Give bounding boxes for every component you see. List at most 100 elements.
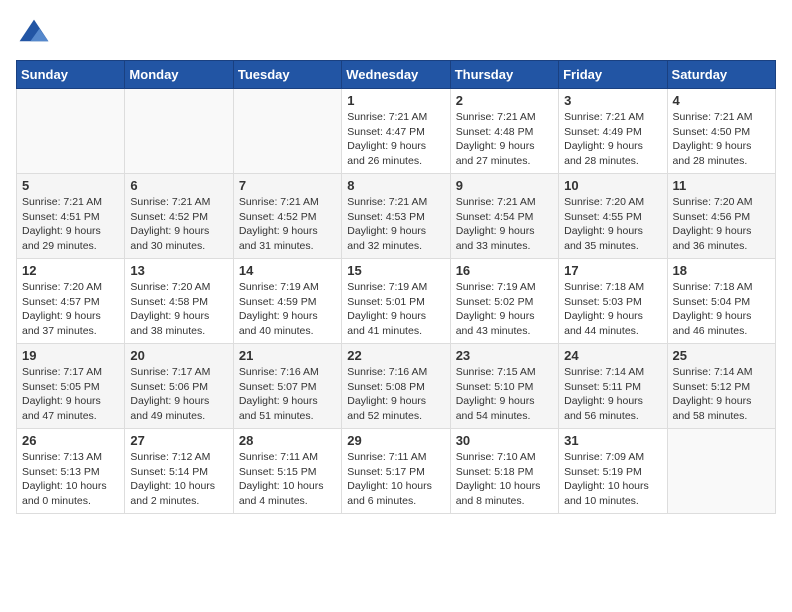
calendar-day-4: 4 Sunrise: 7:21 AMSunset: 4:50 PMDaylight… xyxy=(667,89,775,174)
calendar-day-20: 20 Sunrise: 7:17 AMSunset: 5:06 PMDayligh… xyxy=(125,344,233,429)
weekday-header-monday: Monday xyxy=(125,61,233,89)
calendar-day-17: 17 Sunrise: 7:18 AMSunset: 5:03 PMDayligh… xyxy=(559,259,667,344)
calendar-day-21: 21 Sunrise: 7:16 AMSunset: 5:07 PMDayligh… xyxy=(233,344,341,429)
weekday-header-wednesday: Wednesday xyxy=(342,61,450,89)
day-number: 20 xyxy=(130,348,227,363)
weekday-header-tuesday: Tuesday xyxy=(233,61,341,89)
calendar-day-24: 24 Sunrise: 7:14 AMSunset: 5:11 PMDayligh… xyxy=(559,344,667,429)
logo xyxy=(16,16,56,52)
calendar-day-14: 14 Sunrise: 7:19 AMSunset: 4:59 PMDayligh… xyxy=(233,259,341,344)
calendar-header: SundayMondayTuesdayWednesdayThursdayFrid… xyxy=(17,61,776,89)
day-number: 25 xyxy=(673,348,770,363)
day-info: Sunrise: 7:16 AMSunset: 5:08 PMDaylight:… xyxy=(347,365,444,424)
day-number: 9 xyxy=(456,178,553,193)
day-number: 24 xyxy=(564,348,661,363)
calendar-week-row: 19Sunrise: 7:17 AMSunset: 5:05 PMDayligh… xyxy=(17,344,776,429)
day-info: Sunrise: 7:15 AMSunset: 5:10 PMDaylight:… xyxy=(456,365,553,424)
day-info: Sunrise: 7:21 AMSunset: 4:52 PMDaylight:… xyxy=(239,195,336,254)
day-number: 4 xyxy=(673,93,770,108)
day-number: 23 xyxy=(456,348,553,363)
day-info: Sunrise: 7:12 AMSunset: 5:14 PMDaylight:… xyxy=(130,450,227,509)
day-info: Sunrise: 7:18 AMSunset: 5:04 PMDaylight:… xyxy=(673,280,770,339)
day-info: Sunrise: 7:21 AMSunset: 4:47 PMDaylight:… xyxy=(347,110,444,169)
calendar-day-16: 16 Sunrise: 7:19 AMSunset: 5:02 PMDayligh… xyxy=(450,259,558,344)
day-info: Sunrise: 7:21 AMSunset: 4:54 PMDaylight:… xyxy=(456,195,553,254)
calendar-day-3: 3Sunrise: 7:21 AMSunset: 4:49 PMDaylight… xyxy=(559,89,667,174)
calendar-day-11: 11Sunrise: 7:20 AMSunset: 4:56 PMDayligh… xyxy=(667,174,775,259)
day-info: Sunrise: 7:18 AMSunset: 5:03 PMDaylight:… xyxy=(564,280,661,339)
day-number: 16 xyxy=(456,263,553,278)
calendar-day-28: 28 Sunrise: 7:11 AMSunset: 5:15 PMDayligh… xyxy=(233,429,341,514)
day-number: 30 xyxy=(456,433,553,448)
day-info: Sunrise: 7:19 AMSunset: 5:01 PMDaylight:… xyxy=(347,280,444,339)
day-number: 15 xyxy=(347,263,444,278)
weekday-header-thursday: Thursday xyxy=(450,61,558,89)
day-number: 8 xyxy=(347,178,444,193)
day-info: Sunrise: 7:20 AMSunset: 4:57 PMDaylight:… xyxy=(22,280,119,339)
calendar-week-row: 12 Sunrise: 7:20 AMSunset: 4:57 PMDayligh… xyxy=(17,259,776,344)
day-number: 26 xyxy=(22,433,119,448)
day-info: Sunrise: 7:16 AMSunset: 5:07 PMDaylight:… xyxy=(239,365,336,424)
day-number: 5 xyxy=(22,178,119,193)
calendar-day-23: 23 Sunrise: 7:15 AMSunset: 5:10 PMDayligh… xyxy=(450,344,558,429)
day-number: 19 xyxy=(22,348,119,363)
calendar-day-7: 7 Sunrise: 7:21 AMSunset: 4:52 PMDaylight… xyxy=(233,174,341,259)
day-info: Sunrise: 7:21 AMSunset: 4:48 PMDaylight:… xyxy=(456,110,553,169)
day-number: 22 xyxy=(347,348,444,363)
day-number: 21 xyxy=(239,348,336,363)
calendar-table: SundayMondayTuesdayWednesdayThursdayFrid… xyxy=(16,60,776,514)
calendar-empty-cell xyxy=(17,89,125,174)
day-number: 18 xyxy=(673,263,770,278)
day-number: 28 xyxy=(239,433,336,448)
calendar-day-18: 18 Sunrise: 7:18 AMSunset: 5:04 PMDayligh… xyxy=(667,259,775,344)
weekday-header-friday: Friday xyxy=(559,61,667,89)
calendar-week-row: 5 Sunrise: 7:21 AMSunset: 4:51 PMDaylight… xyxy=(17,174,776,259)
calendar-day-29: 29 Sunrise: 7:11 AMSunset: 5:17 PMDayligh… xyxy=(342,429,450,514)
day-info: Sunrise: 7:21 AMSunset: 4:53 PMDaylight:… xyxy=(347,195,444,254)
calendar-day-12: 12 Sunrise: 7:20 AMSunset: 4:57 PMDayligh… xyxy=(17,259,125,344)
day-info: Sunrise: 7:17 AMSunset: 5:06 PMDaylight:… xyxy=(130,365,227,424)
day-info: Sunrise: 7:10 AMSunset: 5:18 PMDaylight:… xyxy=(456,450,553,509)
calendar-day-26: 26Sunrise: 7:13 AMSunset: 5:13 PMDayligh… xyxy=(17,429,125,514)
calendar-day-10: 10 Sunrise: 7:20 AMSunset: 4:55 PMDayligh… xyxy=(559,174,667,259)
calendar-empty-cell xyxy=(667,429,775,514)
weekday-header-row: SundayMondayTuesdayWednesdayThursdayFrid… xyxy=(17,61,776,89)
day-info: Sunrise: 7:19 AMSunset: 5:02 PMDaylight:… xyxy=(456,280,553,339)
calendar-day-25: 25Sunrise: 7:14 AMSunset: 5:12 PMDayligh… xyxy=(667,344,775,429)
day-number: 7 xyxy=(239,178,336,193)
day-info: Sunrise: 7:21 AMSunset: 4:51 PMDaylight:… xyxy=(22,195,119,254)
calendar-day-27: 27 Sunrise: 7:12 AMSunset: 5:14 PMDayligh… xyxy=(125,429,233,514)
calendar-day-1: 1 Sunrise: 7:21 AMSunset: 4:47 PMDaylight… xyxy=(342,89,450,174)
day-info: Sunrise: 7:21 AMSunset: 4:52 PMDaylight:… xyxy=(130,195,227,254)
calendar-day-13: 13Sunrise: 7:20 AMSunset: 4:58 PMDayligh… xyxy=(125,259,233,344)
day-number: 17 xyxy=(564,263,661,278)
day-number: 12 xyxy=(22,263,119,278)
day-info: Sunrise: 7:20 AMSunset: 4:58 PMDaylight:… xyxy=(130,280,227,339)
day-number: 31 xyxy=(564,433,661,448)
calendar-day-5: 5 Sunrise: 7:21 AMSunset: 4:51 PMDaylight… xyxy=(17,174,125,259)
calendar-empty-cell xyxy=(233,89,341,174)
day-number: 1 xyxy=(347,93,444,108)
day-number: 29 xyxy=(347,433,444,448)
day-info: Sunrise: 7:11 AMSunset: 5:17 PMDaylight:… xyxy=(347,450,444,509)
day-info: Sunrise: 7:14 AMSunset: 5:11 PMDaylight:… xyxy=(564,365,661,424)
weekday-header-saturday: Saturday xyxy=(667,61,775,89)
day-number: 10 xyxy=(564,178,661,193)
calendar-day-15: 15 Sunrise: 7:19 AMSunset: 5:01 PMDayligh… xyxy=(342,259,450,344)
day-number: 27 xyxy=(130,433,227,448)
calendar-day-2: 2 Sunrise: 7:21 AMSunset: 4:48 PMDaylight… xyxy=(450,89,558,174)
calendar-week-row: 1 Sunrise: 7:21 AMSunset: 4:47 PMDaylight… xyxy=(17,89,776,174)
calendar-day-6: 6Sunrise: 7:21 AMSunset: 4:52 PMDaylight… xyxy=(125,174,233,259)
calendar-day-31: 31Sunrise: 7:09 AMSunset: 5:19 PMDayligh… xyxy=(559,429,667,514)
day-info: Sunrise: 7:21 AMSunset: 4:50 PMDaylight:… xyxy=(673,110,770,169)
page-header xyxy=(16,16,776,52)
calendar-body: 1 Sunrise: 7:21 AMSunset: 4:47 PMDaylight… xyxy=(17,89,776,514)
day-info: Sunrise: 7:20 AMSunset: 4:56 PMDaylight:… xyxy=(673,195,770,254)
day-number: 2 xyxy=(456,93,553,108)
day-number: 14 xyxy=(239,263,336,278)
day-info: Sunrise: 7:11 AMSunset: 5:15 PMDaylight:… xyxy=(239,450,336,509)
weekday-header-sunday: Sunday xyxy=(17,61,125,89)
day-info: Sunrise: 7:19 AMSunset: 4:59 PMDaylight:… xyxy=(239,280,336,339)
day-info: Sunrise: 7:20 AMSunset: 4:55 PMDaylight:… xyxy=(564,195,661,254)
calendar-day-30: 30 Sunrise: 7:10 AMSunset: 5:18 PMDayligh… xyxy=(450,429,558,514)
